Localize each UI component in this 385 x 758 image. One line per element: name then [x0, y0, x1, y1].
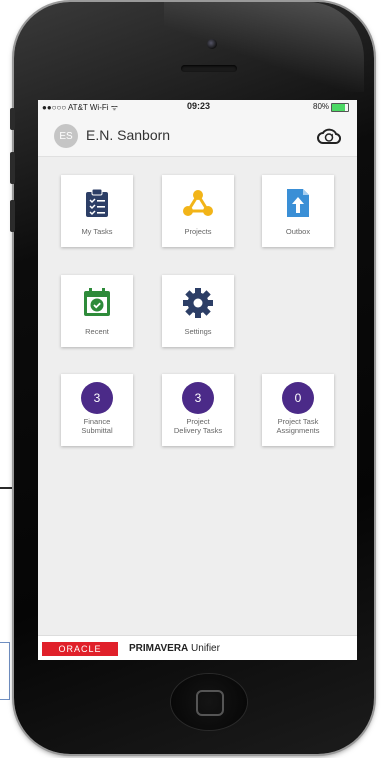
- mute-switch[interactable]: [10, 108, 15, 130]
- user-name[interactable]: E.N. Sanborn: [86, 127, 170, 143]
- status-bar: ●●○○○ AT&T Wi-Fi ᯤ 09:23 80%: [38, 100, 357, 114]
- product-name-bold: PRIMAVERA: [129, 643, 189, 654]
- volume-down-button[interactable]: [10, 200, 15, 232]
- tile-label: Projects: [184, 227, 212, 236]
- clipboard-icon: [81, 187, 113, 219]
- tile-label: Outbox: [285, 227, 311, 236]
- tile-label: Finance Submittal: [81, 417, 112, 435]
- tile-label: Settings: [184, 327, 212, 336]
- home-square-icon: [196, 690, 224, 716]
- tile-label: Recent: [85, 327, 109, 336]
- tile-recent[interactable]: Recent: [61, 275, 133, 347]
- tile-project-task-assignments[interactable]: 0 Project Task Assignments: [262, 374, 334, 446]
- cloud-sync-icon[interactable]: [317, 125, 341, 147]
- tile-label: Project Delivery Tasks: [174, 417, 222, 435]
- app-footer: ORACLE PRIMAVERA Unifier: [38, 635, 357, 660]
- tile-label-line: Assignments: [276, 426, 320, 435]
- tile-label-line: Project: [186, 417, 210, 426]
- upload-file-icon: [282, 187, 314, 219]
- battery-percent: 80%: [313, 102, 330, 111]
- tile-label-line: Delivery Tasks: [173, 426, 223, 435]
- speaker-grille: [181, 65, 237, 72]
- battery-icon: [331, 103, 349, 112]
- oracle-logo: ORACLE: [42, 642, 118, 656]
- battery-level: [332, 104, 345, 111]
- network-icon: [182, 187, 214, 219]
- gear-icon: [182, 287, 214, 319]
- carrier-label: ●●○○○ AT&T Wi-Fi ᯤ: [42, 103, 119, 112]
- tile-project-delivery-tasks[interactable]: 3 Project Delivery Tasks: [162, 374, 234, 446]
- volume-up-button[interactable]: [10, 152, 15, 184]
- tile-label-line: Submittal: [81, 426, 113, 435]
- clock: 09:23: [187, 101, 211, 111]
- tile-outbox[interactable]: Outbox: [262, 175, 334, 247]
- count-badge: 0: [282, 382, 314, 414]
- tile-label: Project Task Assignments: [277, 417, 320, 435]
- calendar-check-icon: [81, 287, 113, 319]
- avatar[interactable]: ES: [54, 124, 78, 148]
- tile-settings[interactable]: Settings: [162, 275, 234, 347]
- app-screen: ●●○○○ AT&T Wi-Fi ᯤ 09:23 80% ES E.N. San…: [38, 100, 357, 660]
- app-header: ES E.N. Sanborn: [38, 114, 357, 157]
- home-button[interactable]: [171, 674, 247, 730]
- count-badge: 3: [182, 382, 214, 414]
- camera-icon: [207, 39, 217, 49]
- tile-label-line: Project Task: [277, 417, 319, 426]
- product-name: PRIMAVERA Unifier: [129, 643, 220, 654]
- tile-projects[interactable]: Projects: [162, 175, 234, 247]
- tile-label-line: Finance: [83, 417, 111, 426]
- product-name-rest: Unifier: [188, 643, 220, 654]
- phone-glare: [164, 2, 364, 92]
- background-frame: [0, 642, 10, 700]
- tile-label: My Tasks: [81, 227, 113, 236]
- tile-finance-submittal[interactable]: 3 Finance Submittal: [61, 374, 133, 446]
- count-badge: 3: [81, 382, 113, 414]
- tile-my-tasks[interactable]: My Tasks: [61, 175, 133, 247]
